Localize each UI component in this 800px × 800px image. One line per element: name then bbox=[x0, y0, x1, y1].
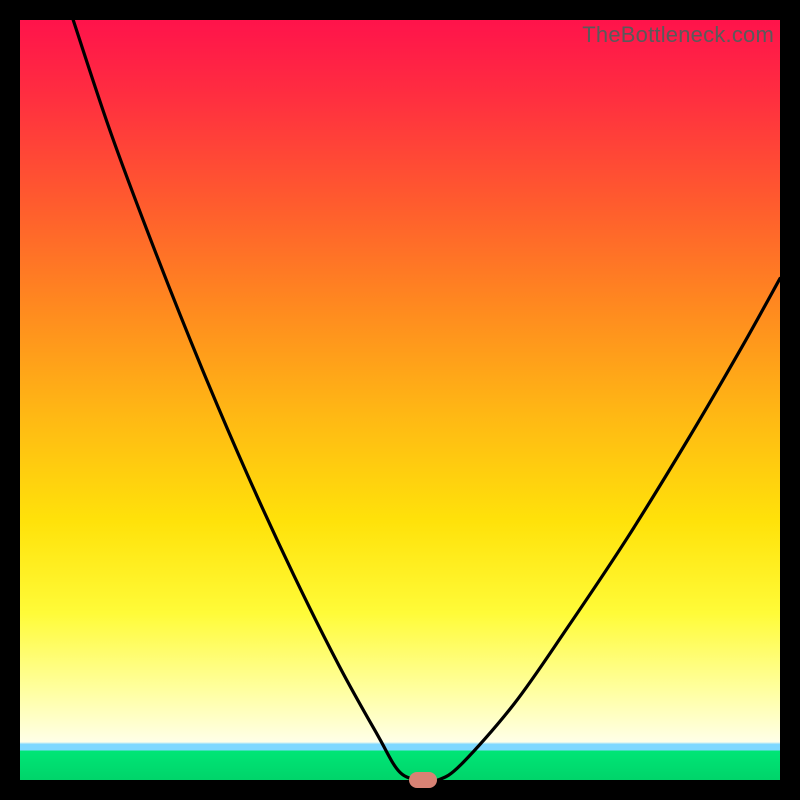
plot-area: TheBottleneck.com bbox=[20, 20, 780, 780]
curve-path bbox=[73, 20, 780, 780]
chart-frame: TheBottleneck.com bbox=[0, 0, 800, 800]
watermark-text: TheBottleneck.com bbox=[582, 22, 774, 48]
bottleneck-marker bbox=[409, 772, 437, 788]
bottleneck-curve bbox=[20, 20, 780, 780]
